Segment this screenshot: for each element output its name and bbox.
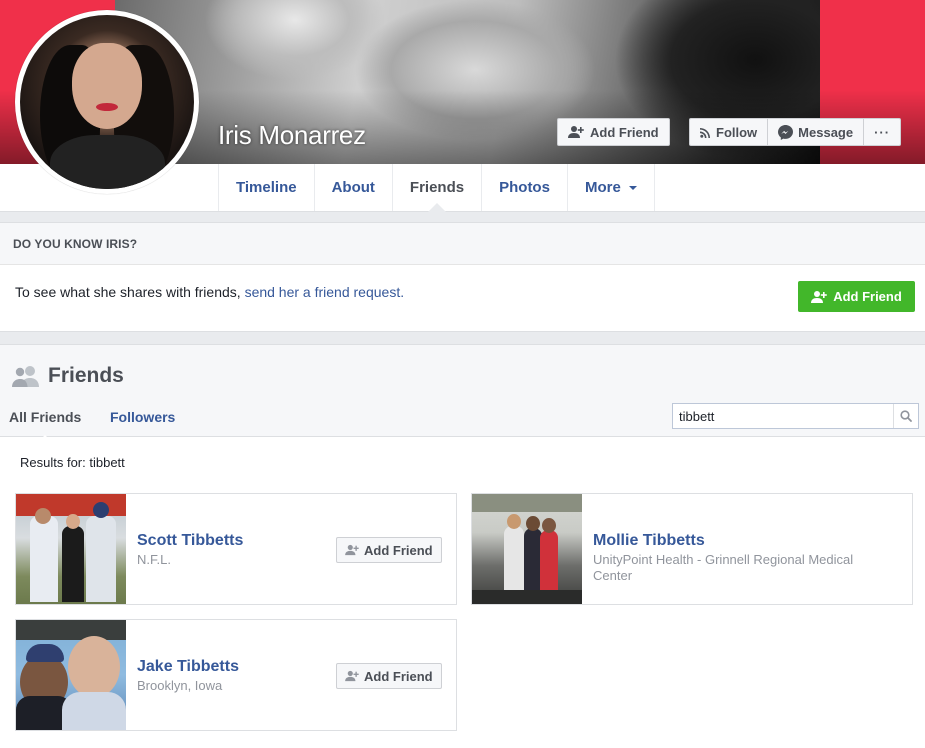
add-friend-icon [345, 544, 359, 556]
message-label: Message [798, 124, 854, 140]
profile-page: Iris Monarrez Add Friend Follow Message … [0, 0, 925, 748]
results-label: Results for: tibbett [20, 455, 125, 470]
friends-section: Friends All Friends Followers Results fo… [0, 344, 925, 748]
friends-search-input[interactable] [673, 404, 893, 428]
search-icon [900, 410, 912, 422]
friend-card: Mollie Tibbetts UnityPoint Health - Grin… [471, 493, 913, 605]
avatar [20, 15, 194, 189]
add-friend-icon [345, 670, 359, 682]
do-you-know-card: DO YOU KNOW IRIS? To see what she shares… [0, 222, 925, 332]
profile-name[interactable]: Iris Monarrez [218, 120, 366, 151]
more-dots-icon: ··· [874, 124, 891, 140]
search-button[interactable] [893, 404, 918, 428]
friend-card: Scott Tibbetts N.F.L. Add Friend [15, 493, 457, 605]
rss-icon [700, 127, 710, 138]
tab-about[interactable]: About [315, 164, 393, 211]
friend-photo[interactable] [16, 494, 126, 604]
follow-label: Follow [716, 124, 758, 140]
add-friend-button[interactable]: Add Friend [336, 537, 442, 563]
friends-header: Friends All Friends Followers [0, 345, 925, 442]
profile-actions: Follow Message ··· [689, 118, 902, 146]
messenger-icon [778, 124, 794, 140]
tab-more[interactable]: More [568, 164, 655, 211]
profile-tabs: Timeline About Friends Photos More [218, 164, 655, 212]
friend-name[interactable]: Jake Tibbetts [137, 658, 239, 676]
message-button[interactable]: Message [768, 119, 865, 145]
friends-search [672, 403, 919, 429]
tab-more-label: More [584, 179, 621, 196]
tab-followers[interactable]: Followers [110, 409, 175, 425]
tab-photos[interactable]: Photos [482, 164, 568, 211]
add-friend-icon [811, 290, 827, 303]
add-friend-green-label: Add Friend [833, 289, 902, 304]
friends-icon [12, 366, 39, 387]
do-you-know-heading: DO YOU KNOW IRIS? [0, 223, 925, 265]
add-friend-label: Add Friend [590, 124, 659, 140]
friends-title: Friends [12, 364, 124, 388]
friend-request-link[interactable]: send her a friend request. [245, 284, 405, 300]
friend-photo[interactable] [472, 494, 582, 604]
add-friend-green-button[interactable]: Add Friend [798, 281, 915, 312]
friend-name[interactable]: Mollie Tibbetts [593, 532, 705, 550]
more-options-button[interactable]: ··· [864, 119, 900, 145]
tab-all-friends[interactable]: All Friends [9, 409, 81, 442]
follow-button[interactable]: Follow [690, 119, 769, 145]
add-friend-button[interactable]: Add Friend [336, 663, 442, 689]
tab-timeline[interactable]: Timeline [219, 164, 315, 211]
friend-name[interactable]: Scott Tibbetts [137, 532, 243, 550]
add-friend-button[interactable]: Add Friend [557, 118, 670, 146]
add-friend-icon [568, 126, 584, 138]
friend-photo[interactable] [16, 620, 126, 730]
do-you-know-text: To see what she shares with friends, sen… [15, 284, 405, 300]
friend-card: Jake Tibbetts Brooklyn, Iowa Add Friend [15, 619, 457, 731]
tab-friends[interactable]: Friends [393, 164, 483, 212]
profile-picture[interactable] [15, 10, 199, 194]
caret-down-icon [628, 185, 637, 190]
friend-subtitle: UnityPoint Health - Grinnell Regional Me… [593, 552, 854, 583]
